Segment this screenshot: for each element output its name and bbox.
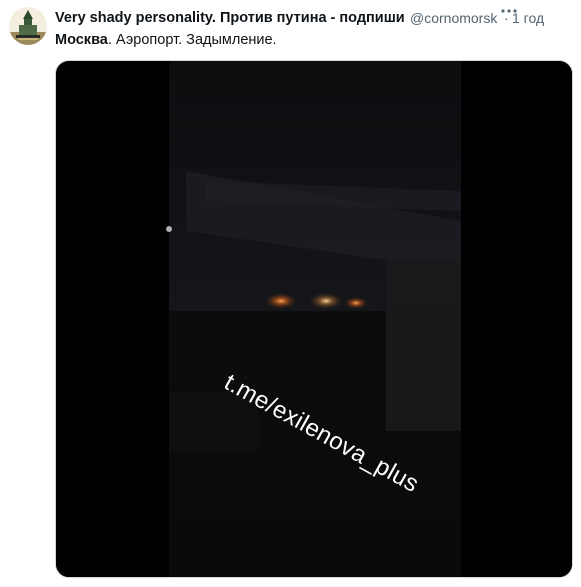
author-display-name[interactable]: Very shady personality. Против путина - … bbox=[55, 8, 407, 28]
tweet-text-body: . Аэропорт. Задымление. bbox=[107, 32, 277, 48]
author-handle[interactable]: @cornomorsk bbox=[410, 8, 504, 28]
avatar-kremlin-icon bbox=[9, 7, 47, 45]
video-frame bbox=[56, 61, 572, 577]
tweet-header: Very shady personality. Против путина - … bbox=[55, 8, 575, 28]
tweet-card[interactable]: Very shady personality. Против путина - … bbox=[0, 0, 581, 587]
tweet-video[interactable]: t.me/exilenova_plus bbox=[55, 60, 573, 578]
hashtag-link[interactable]: Москва bbox=[55, 32, 108, 48]
more-options-icon[interactable] bbox=[500, 4, 518, 18]
tweet-text: Москва. Аэропорт. Задымление. bbox=[55, 30, 277, 50]
author-avatar[interactable] bbox=[9, 7, 47, 45]
